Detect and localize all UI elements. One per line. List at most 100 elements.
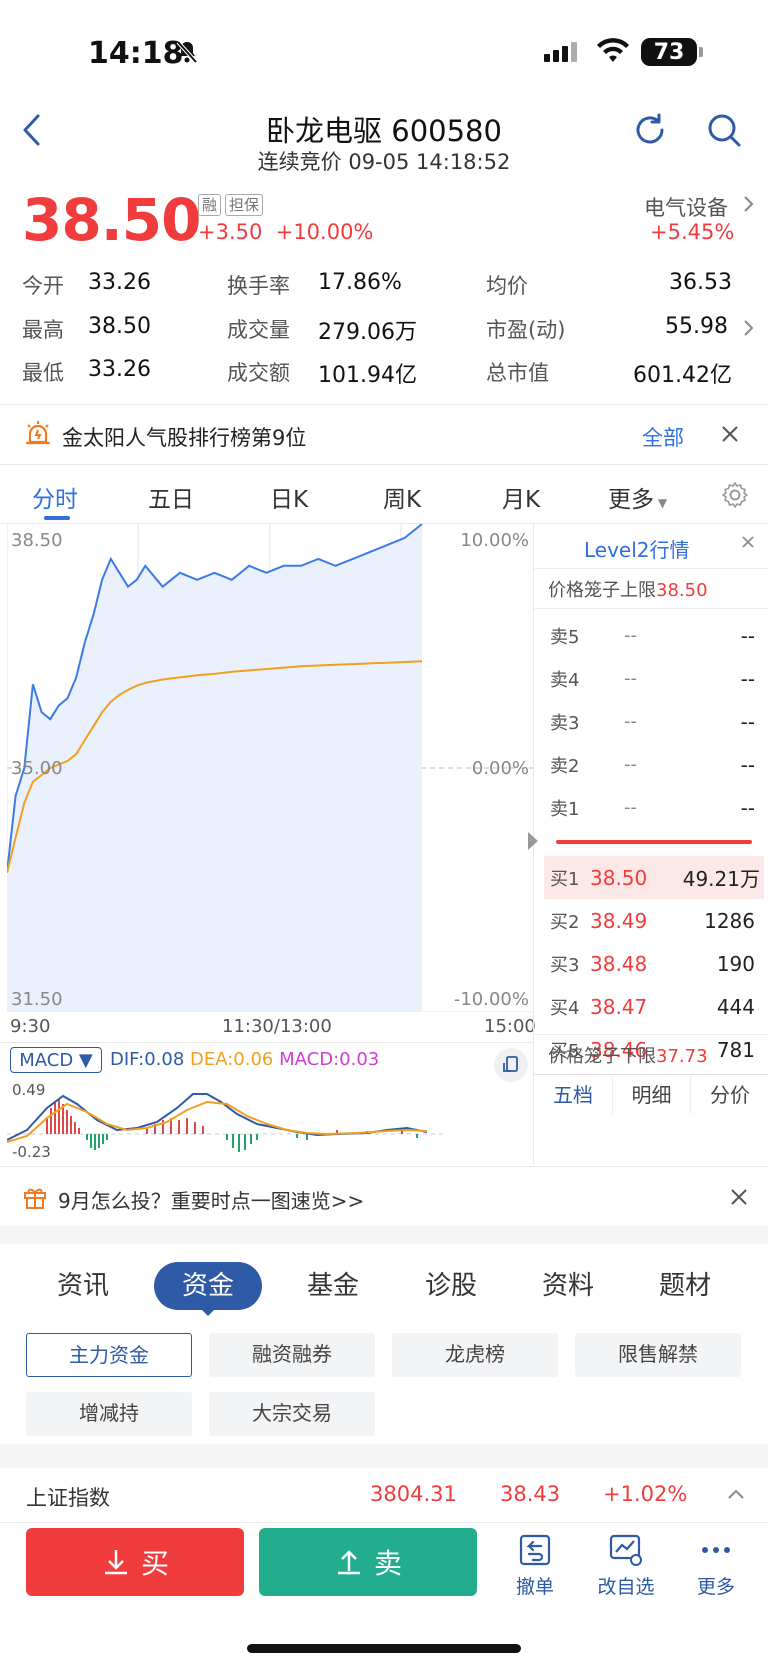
chevron-up-icon[interactable] xyxy=(726,1486,746,1505)
stat-label: 均价 xyxy=(486,274,528,298)
gear-icon[interactable] xyxy=(720,480,750,514)
stat-label: 最低 xyxy=(22,361,64,385)
pct-mid-label: 0.00% xyxy=(472,758,529,779)
tab-5day[interactable]: 五日 xyxy=(148,480,194,514)
ask-label: 卖3 xyxy=(550,712,580,734)
rotate-icon[interactable] xyxy=(494,1048,528,1082)
index-change: 38.43 xyxy=(500,1482,561,1506)
collateral-tag: 担保 xyxy=(225,194,264,216)
tab-price-breakdown[interactable]: 分价 xyxy=(690,1076,768,1114)
bid-row[interactable]: 买3 38.48 190 xyxy=(534,942,768,985)
ask-row[interactable]: 卖4 -- -- xyxy=(534,657,768,700)
level2-panel: Level2行情 价格笼子上限38.50 卖5 -- -- 卖4 -- -- 卖3 -- -- 卖… xyxy=(528,524,768,1164)
price-change: +3.50 +10.00% xyxy=(198,220,374,244)
index-value: 3804.31 xyxy=(370,1482,457,1506)
ask-volume: -- xyxy=(740,623,755,648)
current-price: 38.50 xyxy=(22,186,201,254)
x-start-label: 9:30 xyxy=(10,1016,51,1037)
indicator-selector[interactable]: MACD ▼ xyxy=(10,1047,102,1073)
bell-muted-icon xyxy=(176,40,198,68)
x-end-label: 15:00 xyxy=(484,1016,536,1037)
tab-theme[interactable]: 题材 xyxy=(640,1262,730,1310)
banner-all-link[interactable]: 全部 xyxy=(642,422,684,452)
close-icon[interactable] xyxy=(720,424,740,448)
more-button[interactable]: 更多 xyxy=(681,1532,751,1599)
bid-row[interactable]: 买4 38.47 444 xyxy=(534,985,768,1028)
ask-label: 卖5 xyxy=(550,626,580,648)
chip-lockup-release[interactable]: 限售解禁 xyxy=(575,1333,741,1377)
intraday-chart[interactable]: 38.50 35.00 31.50 10.00% 0.00% -10.00% xyxy=(7,524,533,1012)
ask-row[interactable]: 卖2 -- -- xyxy=(534,743,768,786)
x-mid-label: 11:30/13:00 xyxy=(222,1016,332,1037)
stock-tags: 融 担保 xyxy=(198,194,264,216)
edit-watchlist-button[interactable]: 改自选 xyxy=(591,1532,661,1599)
stat-label: 总市值 xyxy=(486,361,549,385)
sector-link[interactable]: 电气设备 xyxy=(644,192,728,222)
tab-news[interactable]: 资讯 xyxy=(38,1262,128,1310)
y-low-label: 31.50 xyxy=(11,989,63,1010)
sell-button[interactable]: 卖 xyxy=(259,1528,477,1596)
ranking-banner[interactable]: 金太阳人气股排行榜第9位 xyxy=(62,422,306,452)
wifi-icon xyxy=(596,38,630,68)
level2-title[interactable]: Level2行情 xyxy=(584,534,690,563)
home-indicator xyxy=(247,1644,521,1653)
close-icon[interactable] xyxy=(730,1188,748,1210)
bid-row[interactable]: 买1 38.50 49.21万 xyxy=(544,856,764,899)
upper-limit: 价格笼子上限38.50 xyxy=(548,580,708,601)
ask-price: -- xyxy=(624,711,637,732)
tab-fund[interactable]: 基金 xyxy=(288,1262,378,1310)
bid-volume: 49.21万 xyxy=(682,867,760,891)
price-area xyxy=(7,524,422,1012)
tab-diagnosis[interactable]: 诊股 xyxy=(406,1262,496,1310)
chip-block-trade[interactable]: 大宗交易 xyxy=(209,1392,375,1436)
chip-dragon-tiger[interactable]: 龙虎榜 xyxy=(392,1333,558,1377)
tab-more[interactable]: 更多 ▼ xyxy=(608,480,667,514)
active-tab-pointer xyxy=(200,1308,216,1316)
sector-change: +5.45% xyxy=(650,220,735,244)
stat-label: 市盈(动) xyxy=(486,318,566,342)
tab-profile[interactable]: 资料 xyxy=(523,1262,613,1310)
stat-value: 601.42亿 xyxy=(633,363,732,388)
bid-label: 买2 xyxy=(550,911,580,933)
price-divider xyxy=(556,840,752,844)
cancel-order-icon xyxy=(519,1534,551,1566)
refresh-icon[interactable] xyxy=(632,112,668,152)
tab-capital[interactable]: 资金 xyxy=(154,1262,262,1310)
chip-main-capital[interactable]: 主力资金 xyxy=(26,1333,192,1377)
tab-details[interactable]: 明细 xyxy=(612,1076,690,1114)
ask-row[interactable]: 卖3 -- -- xyxy=(534,700,768,743)
notice-text[interactable]: 9月怎么投？重要时点一图速览>> xyxy=(58,1185,364,1214)
bid-price: 38.50 xyxy=(590,865,648,890)
chevron-right-icon xyxy=(742,194,754,218)
stat-value: 55.98 xyxy=(665,314,728,339)
tab-five-levels[interactable]: 五档 xyxy=(534,1076,612,1114)
tab-daily-k[interactable]: 日K xyxy=(270,480,308,514)
chip-holding-changes[interactable]: 增减持 xyxy=(26,1392,192,1436)
stat-value: 279.06万 xyxy=(318,320,417,345)
margin-tag: 融 xyxy=(198,194,222,216)
bid-price: 38.49 xyxy=(590,908,648,933)
gift-icon xyxy=(22,1184,48,1214)
close-icon[interactable] xyxy=(740,534,756,554)
tab-intraday[interactable]: 分时 xyxy=(32,480,78,514)
cancel-order-button[interactable]: 撤单 xyxy=(500,1532,570,1599)
alarm-icon xyxy=(24,420,52,452)
ask-label: 卖4 xyxy=(550,669,580,691)
status-time: 14:18 xyxy=(88,36,184,71)
chevron-right-icon[interactable] xyxy=(742,318,754,342)
stat-value: 101.94亿 xyxy=(318,363,417,388)
buy-button[interactable]: 买 xyxy=(26,1528,244,1596)
search-icon[interactable] xyxy=(706,112,742,152)
ask-row[interactable]: 卖5 -- -- xyxy=(534,614,768,657)
tab-monthly-k[interactable]: 月K xyxy=(502,480,540,514)
index-name[interactable]: 上证指数 xyxy=(26,1482,110,1512)
macd-chart xyxy=(7,1093,447,1152)
bid-label: 买1 xyxy=(550,868,580,890)
stat-value: 38.50 xyxy=(88,314,151,339)
stat-label: 成交额 xyxy=(227,361,290,385)
ask-row[interactable]: 卖1 -- -- xyxy=(534,786,768,829)
tab-weekly-k[interactable]: 周K xyxy=(383,480,421,514)
macd-values: DIF:0.08 DEA:0.06 MACD:0.03 xyxy=(110,1049,380,1070)
bid-row[interactable]: 买2 38.49 1286 xyxy=(534,899,768,942)
chip-margin-trading[interactable]: 融资融券 xyxy=(209,1333,375,1377)
